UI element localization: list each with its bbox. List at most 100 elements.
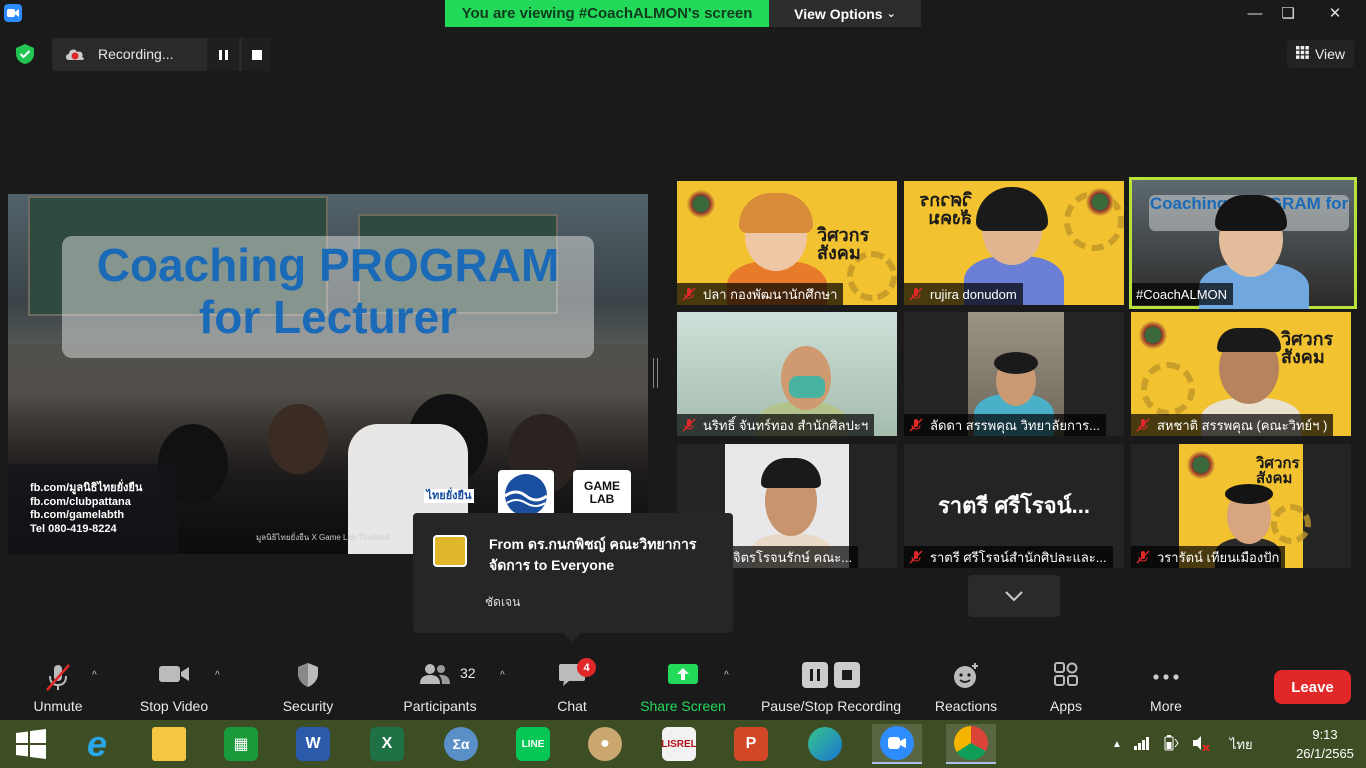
security-button[interactable]: Security (272, 650, 344, 720)
windows-logo-icon (16, 729, 46, 759)
reactions-label: Reactions (934, 698, 998, 714)
leave-button[interactable]: Leave (1274, 670, 1351, 704)
participant-tile[interactable]: วิศวกร สังคม สหชาติ สรรพคุณ (คณะวิทย์ฯ ) (1131, 312, 1351, 436)
taskbar-edge[interactable] (800, 724, 850, 764)
slide-title-line2: for Lecturer (198, 291, 458, 343)
minimize-icon[interactable]: — (1240, 3, 1270, 23)
chrome-icon (954, 726, 988, 760)
view-options-button[interactable]: View Options ⌄ (769, 0, 921, 27)
mic-muted-icon (909, 418, 923, 432)
powerpoint-icon: P (734, 727, 768, 761)
participant-tile[interactable]: วิศวกร สังคม วรารัตน์ เทียนเมืองปัก (1131, 444, 1351, 568)
participant-name-bar: rujira donudom (904, 283, 1023, 305)
maximize-icon[interactable]: ❏ (1273, 3, 1303, 23)
participant-tile[interactable]: ลัดดา สรรพคุณ วิทยาลัยการ... (904, 312, 1124, 436)
participant-avatar-name: ราตรี ศรีโรจน์... (937, 493, 1091, 518)
participant-tile[interactable]: วิศวกร สังคม rujira donudom (904, 181, 1124, 305)
poster-title: วิศวกร สังคม (817, 225, 870, 263)
recording-label: Recording... (98, 46, 174, 62)
participants-options-caret-icon[interactable]: ^ (500, 670, 505, 681)
panel-resize-handle[interactable] (653, 358, 658, 388)
participant-tile[interactable]: ราตรี ศรีโรจน์... ราตรี ศรีโรจน์สำนักศิป… (904, 444, 1124, 568)
lisrel-icon: LISREL (661, 727, 697, 761)
microphone-muted-icon (43, 662, 73, 695)
participant-tile[interactable]: วิศวกร สังคม ปลา กองพัฒนานักศึกษา (677, 181, 897, 305)
chevron-down-icon: ⌄ (886, 8, 896, 20)
participant-tile-active-speaker[interactable]: Coaching PROGRAM for Lecturer #CoachALMO… (1129, 177, 1357, 309)
taskbar-paint[interactable]: ● (580, 724, 630, 764)
word-icon: W (296, 727, 330, 761)
mic-muted-icon (682, 418, 696, 432)
chat-notification-message: ชัดเจน (485, 595, 521, 609)
tray-expand-icon[interactable]: ▲ (1112, 739, 1122, 750)
participant-name: นริทธิ์ จันทร์ทอง สำนักศิลปะฯ (703, 417, 869, 433)
participant-name-bar: ลัดดา สรรพคุณ วิทยาลัยการ... (904, 414, 1106, 436)
pause-stop-recording-button[interactable]: Pause/Stop Recording (752, 650, 910, 720)
signal-icon[interactable] (1133, 736, 1150, 753)
more-button[interactable]: More (1136, 650, 1196, 720)
participant-name: วรารัตน์ เทียนเมืองปัก (1157, 549, 1280, 565)
battery-icon[interactable] (1162, 734, 1180, 754)
clock-time: 9:13 (1312, 727, 1338, 742)
more-label: More (1150, 698, 1182, 714)
participant-name-bar: สหชาติ สรรพคุณ (คณะวิทย์ฯ ) (1131, 414, 1334, 436)
participant-name: ราตรี ศรีโรจน์สำนักศิปละและ... (930, 549, 1107, 565)
encryption-shield-icon[interactable] (14, 43, 36, 65)
apps-icon (1054, 662, 1078, 689)
video-options-caret-icon[interactable]: ^ (215, 670, 220, 681)
cloud-recording-icon (64, 45, 86, 63)
unmute-button[interactable]: Unmute (20, 650, 96, 720)
taskbar-powerpoint[interactable]: P (726, 724, 776, 764)
taskbar-math-app[interactable]: Σα (436, 724, 486, 764)
participant-name-bar: วรารัตน์ เทียนเมืองปัก (1131, 546, 1286, 568)
mic-muted-icon (1136, 550, 1150, 564)
pause-recording-button[interactable] (207, 38, 239, 71)
gallery-view-button[interactable]: View (1287, 40, 1354, 68)
internet-explorer-icon: e (86, 723, 108, 764)
slide-credit: มูลนิธิไทยยั่งยืน X Game Lab Thailand (256, 533, 390, 542)
stop-video-label: Stop Video (139, 698, 209, 714)
stop-video-button[interactable]: Stop Video (134, 650, 214, 720)
speaker-muted-icon[interactable] (1192, 735, 1210, 754)
taskbar-line[interactable]: LINE (508, 724, 558, 764)
more-dots-icon (1152, 668, 1180, 684)
stop-recording-button[interactable] (242, 38, 271, 71)
taskbar-lisrel[interactable]: LISREL (654, 724, 704, 764)
chat-notification[interactable]: From ดร.กนกพิชญ์ คณะวิทยาการจัดการ to Ev… (413, 513, 733, 642)
clock-date: 26/1/2565 (1296, 746, 1354, 761)
security-label: Security (282, 698, 334, 714)
start-button[interactable] (6, 724, 56, 764)
participants-button[interactable]: 32 Participants (396, 650, 484, 720)
audio-options-caret-icon[interactable]: ^ (92, 670, 97, 681)
share-screen-label: Share Screen (640, 698, 726, 714)
share-screen-button[interactable]: Share Screen (634, 650, 732, 720)
participant-name-bar: #CoachALMON (1132, 283, 1234, 305)
taskbar-store[interactable]: ▦ (216, 724, 266, 764)
slide-title-line1: Coaching PROGRAM (96, 239, 560, 291)
next-page-button[interactable] (968, 575, 1060, 617)
folder-icon (152, 727, 186, 761)
view-label: View (1314, 46, 1346, 62)
security-shield-icon (296, 662, 320, 691)
participant-name-bar: นริทธิ์ จันทร์ทอง สำนักศิลปะฯ (677, 414, 875, 436)
smiley-plus-icon (952, 662, 980, 693)
taskbar-file-explorer[interactable] (144, 724, 194, 764)
chat-unread-badge: 4 (577, 658, 596, 677)
close-icon[interactable]: ✕ (1320, 3, 1350, 23)
taskbar-excel[interactable]: X (362, 724, 412, 764)
pause-stop-recording-label: Pause/Stop Recording (760, 698, 902, 714)
poster-title: วิศวกร สังคม (919, 190, 972, 228)
input-language[interactable]: ไทย (1230, 734, 1253, 755)
participants-label: Participants (403, 698, 477, 714)
share-options-caret-icon[interactable]: ^ (724, 670, 729, 681)
chat-notification-sender: From ดร.กนกพิชญ์ คณะวิทยาการจัดการ to Ev… (489, 536, 697, 573)
taskbar-word[interactable]: W (288, 724, 338, 764)
palette-icon: ● (588, 727, 622, 761)
taskbar-internet-explorer[interactable]: e (72, 723, 122, 764)
taskbar-clock[interactable]: 9:13 26/1/2565 (1290, 725, 1360, 763)
participant-tile[interactable]: นริทธิ์ จันทร์ทอง สำนักศิลปะฯ (677, 312, 897, 436)
reactions-button[interactable]: Reactions (928, 650, 1004, 720)
taskbar-chrome[interactable] (946, 724, 996, 764)
taskbar-zoom[interactable] (872, 724, 922, 764)
apps-button[interactable]: Apps (1036, 650, 1096, 720)
